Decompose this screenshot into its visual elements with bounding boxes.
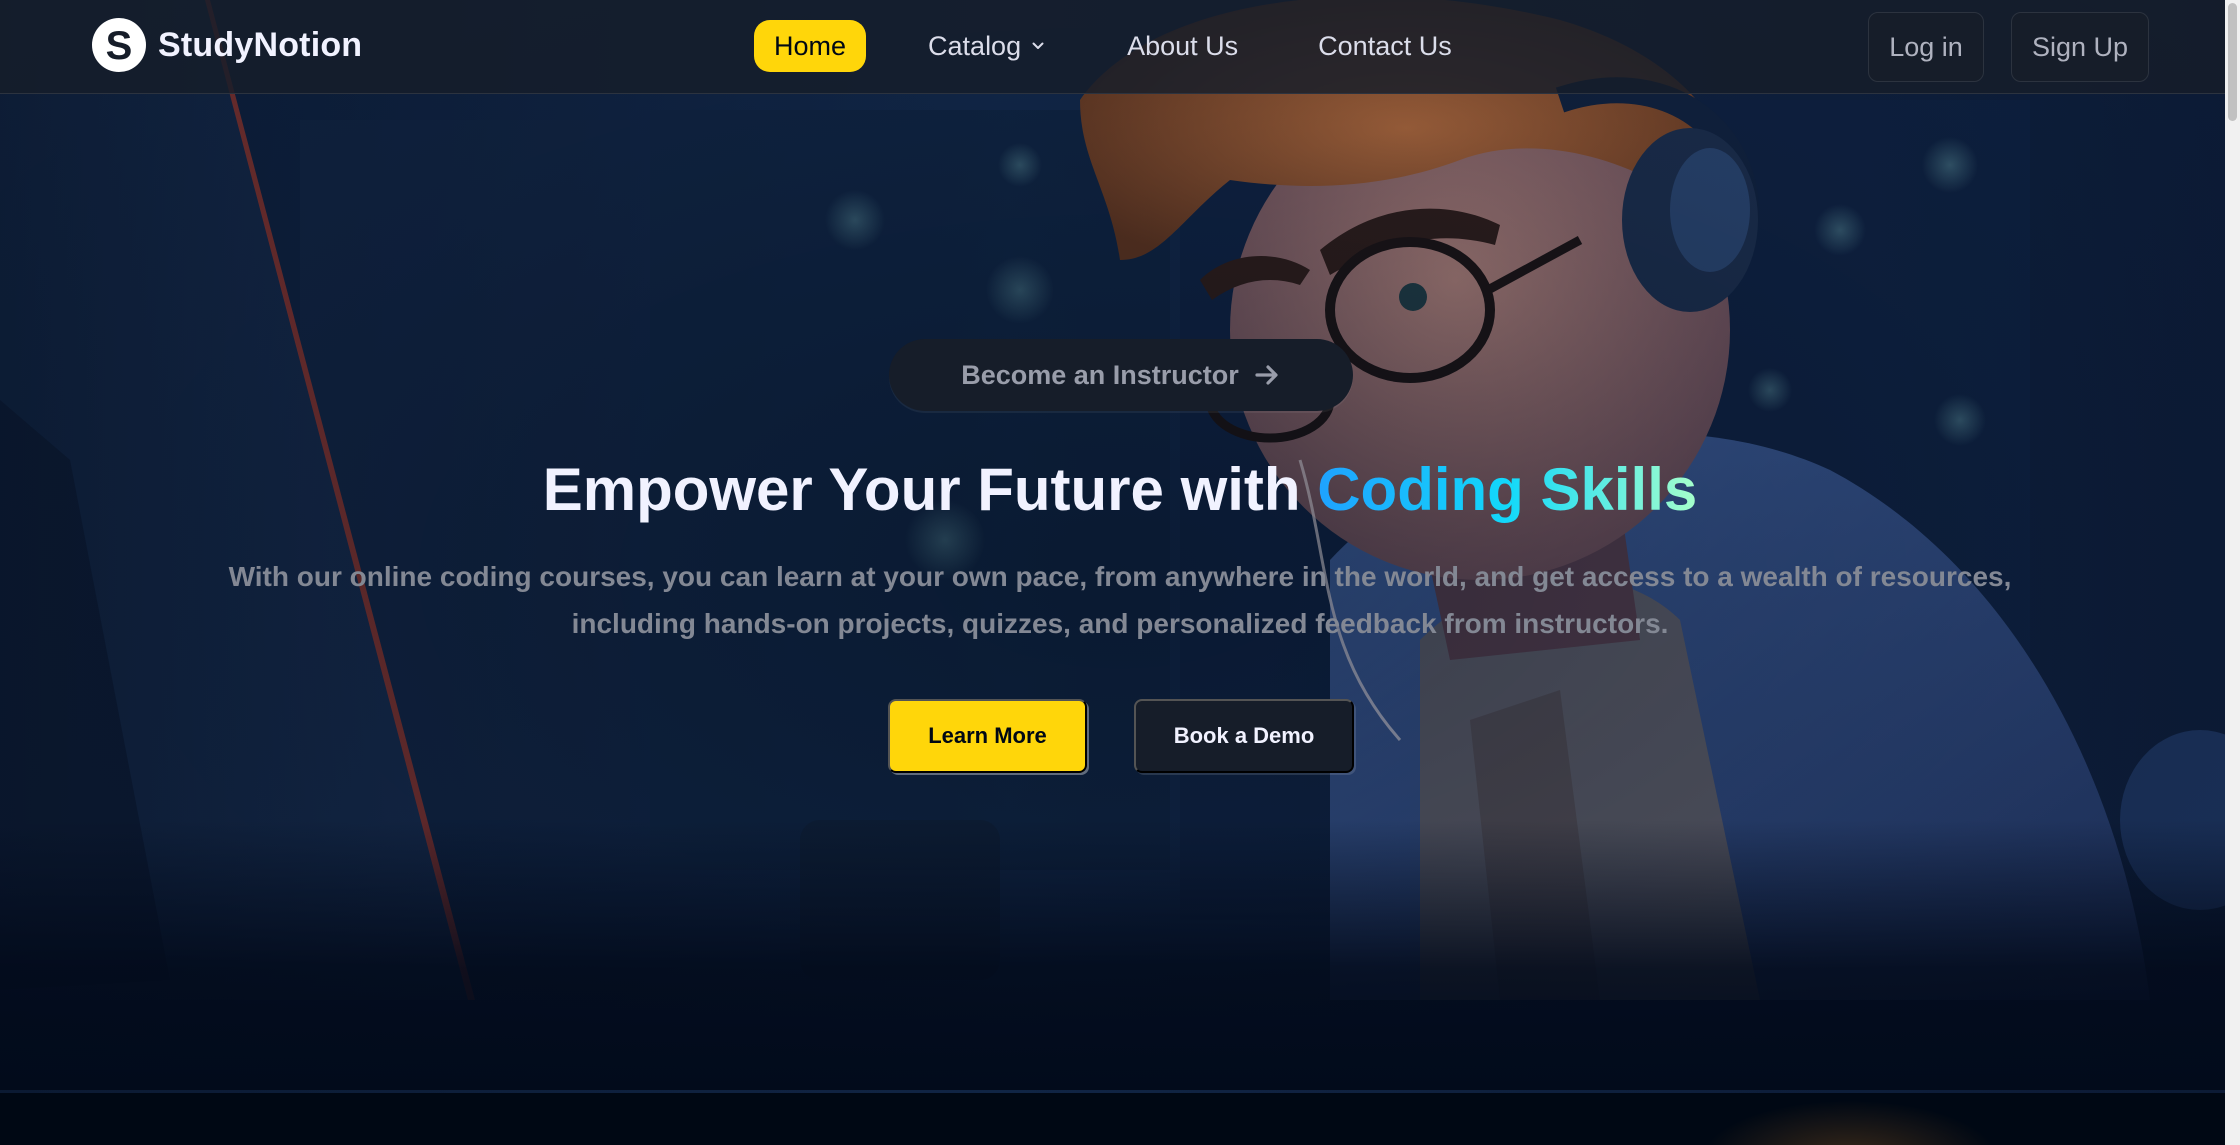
hero-title-highlight: Coding Skills	[1317, 456, 1698, 523]
decorative-glow	[1700, 1100, 2000, 1145]
nav-item-contact-us[interactable]: Contact Us	[1298, 20, 1472, 72]
brand-name: StudyNotion	[158, 25, 363, 64]
become-instructor-button[interactable]: Become an Instructor	[889, 339, 1353, 411]
scrollbar-track[interactable]	[2225, 0, 2240, 1145]
arrow-right-icon	[1255, 365, 1278, 385]
scrollbar-thumb[interactable]	[2228, 3, 2237, 121]
signup-button[interactable]: Sign Up	[2011, 12, 2149, 82]
nav-item-catalog-label: Catalog	[928, 30, 1022, 61]
book-demo-button[interactable]: Book a Demo	[1134, 699, 1354, 773]
nav-item-home[interactable]: Home	[754, 20, 867, 72]
nav-item-catalog[interactable]: Catalog	[908, 20, 1065, 72]
hero-title: Empower Your Future with Coding Skills	[0, 455, 2240, 524]
nav-item-about-us[interactable]: About Us	[1107, 20, 1258, 72]
chevron-down-icon	[1032, 42, 1044, 49]
become-instructor-label: Become an Instructor	[961, 359, 1239, 390]
logo-letter: S	[105, 24, 133, 68]
learn-more-button[interactable]: Learn More	[888, 699, 1087, 773]
brand-logo[interactable]: S StudyNotion	[92, 18, 362, 72]
hero-title-prefix: Empower Your Future with	[542, 456, 1318, 523]
hero-bottom-fade	[0, 820, 2240, 1090]
nav-links: Home Catalog About Us Contact Us	[754, 20, 1472, 72]
logo-icon: S	[92, 18, 146, 72]
page: S StudyNotion Home Catalog About Us Cont…	[0, 0, 2240, 1145]
navbar: S StudyNotion Home Catalog About Us Cont…	[0, 0, 2225, 94]
hero-description: With our online coding courses, you can …	[228, 561, 2012, 639]
login-button[interactable]: Log in	[1868, 12, 1984, 82]
